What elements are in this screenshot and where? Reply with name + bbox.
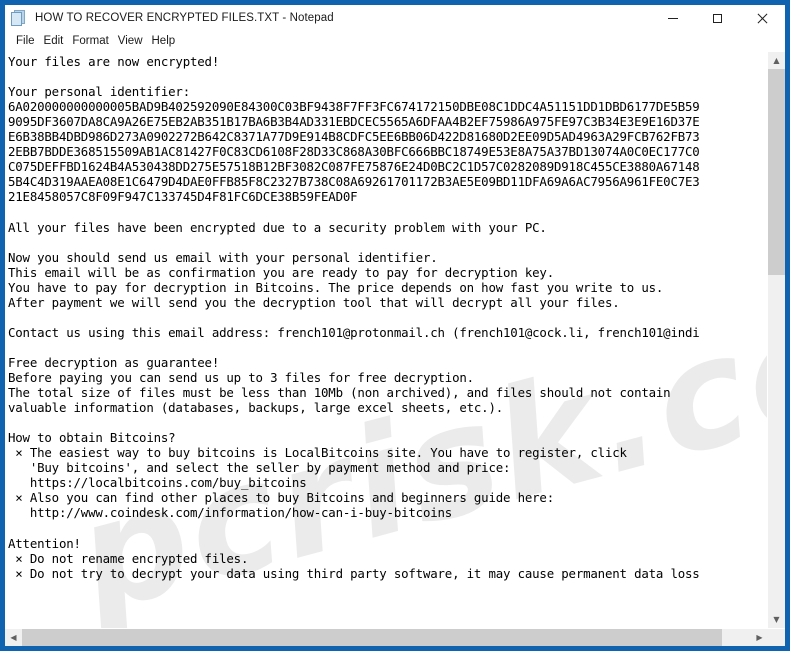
vertical-scrollbar[interactable]: ▲ ▼ [767, 52, 785, 628]
close-button[interactable] [740, 5, 785, 31]
scrollbar-corner [768, 629, 785, 646]
scroll-down-button[interactable]: ▼ [768, 611, 785, 628]
horizontal-scrollbar[interactable]: ◀ ▶ [5, 628, 785, 646]
menu-item-help[interactable]: Help [148, 33, 181, 49]
vertical-scroll-track[interactable] [768, 69, 785, 611]
menu-bar: File Edit Format View Help [5, 31, 785, 51]
notepad-window: HOW TO RECOVER ENCRYPTED FILES.TXT - Not… [0, 0, 790, 651]
scroll-left-button[interactable]: ◀ [5, 629, 22, 646]
menu-item-file[interactable]: File [12, 33, 40, 49]
scroll-up-button[interactable]: ▲ [768, 52, 785, 69]
minimize-icon [667, 17, 678, 19]
ransom-note-text[interactable]: Your files are now encrypted! Your perso… [6, 52, 767, 628]
maximize-button[interactable] [695, 5, 740, 31]
horizontal-scroll-track[interactable] [22, 629, 751, 646]
window-controls [650, 5, 785, 31]
notepad-document-icon [11, 9, 28, 27]
menu-item-edit[interactable]: Edit [40, 33, 69, 49]
vertical-scroll-thumb[interactable] [768, 69, 785, 275]
close-icon [757, 13, 768, 24]
text-row: pcrisk.com Your files are now encrypted!… [5, 52, 785, 628]
horizontal-scroll-thumb[interactable] [22, 629, 722, 646]
maximize-icon [713, 13, 722, 23]
menu-item-format[interactable]: Format [68, 33, 113, 49]
scroll-right-button[interactable]: ▶ [751, 629, 768, 646]
minimize-button[interactable] [650, 5, 695, 31]
editor-wrapper: pcrisk.com Your files are now encrypted!… [5, 52, 767, 628]
client-area: pcrisk.com Your files are now encrypted!… [5, 51, 785, 646]
window-title: HOW TO RECOVER ENCRYPTED FILES.TXT - Not… [35, 12, 334, 24]
title-bar[interactable]: HOW TO RECOVER ENCRYPTED FILES.TXT - Not… [5, 5, 785, 31]
screen: HOW TO RECOVER ENCRYPTED FILES.TXT - Not… [0, 0, 790, 651]
menu-item-view[interactable]: View [114, 33, 148, 49]
